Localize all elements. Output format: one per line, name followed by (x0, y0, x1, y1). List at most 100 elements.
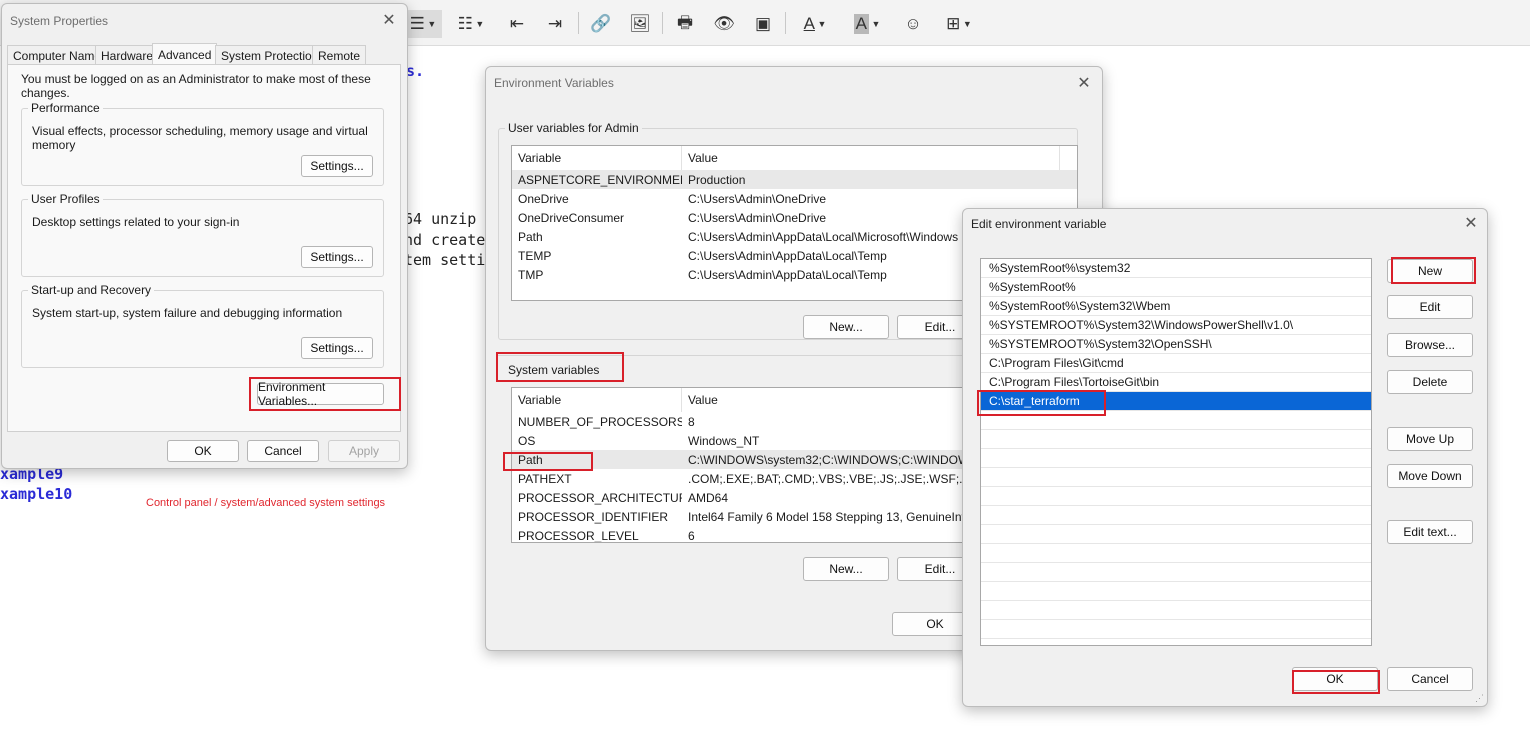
empty-list-row[interactable] (981, 525, 1371, 544)
empty-list-row[interactable] (981, 468, 1371, 487)
window-title: System Properties (10, 14, 109, 28)
variable-name-cell: Path (518, 229, 543, 244)
list-item[interactable]: %SystemRoot% (981, 278, 1371, 297)
move-down-button[interactable]: Move Down (1387, 464, 1473, 488)
table-row[interactable]: OneDrive C:\Users\Admin\OneDrive (512, 189, 1077, 208)
empty-list-row[interactable] (981, 620, 1371, 639)
edit-entry-button[interactable]: Edit (1387, 295, 1473, 319)
window-title: Environment Variables (494, 76, 614, 90)
column-variable[interactable]: Variable (512, 146, 682, 170)
bg-link-example10[interactable]: xample10 (0, 485, 72, 503)
empty-list-row[interactable] (981, 563, 1371, 582)
delete-button[interactable]: Delete (1387, 370, 1473, 394)
apply-button[interactable]: Apply (328, 440, 400, 462)
group-description: System start-up, system failure and debu… (32, 306, 343, 320)
column-variable[interactable]: Variable (512, 388, 682, 412)
system-new-button[interactable]: New... (803, 557, 889, 581)
variable-value-cell: C:\Users\Admin\OneDrive (688, 191, 827, 206)
list-header: Variable Value (512, 146, 1077, 170)
user-new-button[interactable]: New... (803, 315, 889, 339)
image-icon[interactable]: 🖼 (627, 10, 653, 38)
group-description: Desktop settings related to your sign-in (32, 215, 240, 229)
empty-list-row[interactable] (981, 430, 1371, 449)
font-color-icon[interactable]: A ▼ (794, 10, 836, 38)
group-description: Visual effects, processor scheduling, me… (32, 124, 368, 152)
variable-name-cell: PROCESSOR_IDENTIFIER (518, 509, 669, 524)
ok-button[interactable]: OK (1292, 667, 1378, 691)
system-properties-window: System Properties ✕ Computer Name Hardwa… (1, 3, 408, 469)
link-icon[interactable]: 🔗 (588, 10, 614, 38)
indent-icon[interactable]: ⇥ (541, 10, 569, 38)
startup-settings-button[interactable]: Settings... (301, 337, 373, 359)
cancel-button[interactable]: Cancel (247, 440, 319, 462)
emoji-icon[interactable]: ☺ (900, 10, 926, 38)
close-icon[interactable]: ✕ (1074, 73, 1094, 93)
performance-settings-button[interactable]: Settings... (301, 155, 373, 177)
empty-list-row[interactable] (981, 601, 1371, 620)
group-label: User Profiles (28, 192, 103, 206)
variable-value-cell: Production (688, 172, 746, 187)
close-icon[interactable]: ✕ (1461, 213, 1481, 233)
variable-name-cell: NUMBER_OF_PROCESSORS (518, 414, 682, 429)
group-startup-recovery: Start-up and Recovery System start-up, s… (21, 283, 384, 368)
annotation-caption: Control panel / system/advanced system s… (146, 497, 386, 509)
empty-list-row[interactable] (981, 411, 1371, 430)
ok-button[interactable]: OK (167, 440, 239, 462)
tab-remote[interactable]: Remote (312, 45, 367, 65)
group-performance: Performance Visual effects, processor sc… (21, 101, 384, 186)
system-variables-label: System variables (508, 363, 600, 377)
list-item[interactable]: %SystemRoot%\System32\Wbem (981, 297, 1371, 316)
column-value[interactable]: Value (682, 146, 1060, 170)
variable-name-cell: TEMP (518, 248, 552, 263)
path-entries-list[interactable]: %SystemRoot%\system32 %SystemRoot% %System… (980, 258, 1372, 646)
variable-name-cell: Path (518, 452, 543, 467)
edit-text-button[interactable]: Edit text... (1387, 520, 1473, 544)
list-item[interactable]: %SYSTEMROOT%\System32\OpenSSH\ (981, 335, 1371, 354)
group-user-profiles: User Profiles Desktop settings related t… (21, 192, 384, 277)
bg-text-line-2: nd create (404, 231, 486, 249)
empty-list-row[interactable] (981, 544, 1371, 563)
variable-name-cell: PROCESSOR_ARCHITECTURE (518, 490, 682, 505)
list-item[interactable]: %SYSTEMROOT%\System32\WindowsPowerShell\… (981, 316, 1371, 335)
variable-name-cell: PROCESSOR_LEVEL (518, 528, 639, 543)
list-item[interactable]: C:\Program Files\Git\cmd (981, 354, 1371, 373)
browse-button[interactable]: Browse... (1387, 333, 1473, 357)
tab-computer-name[interactable]: Computer Name (7, 45, 108, 65)
table-icon[interactable]: ⊞ ▼ (942, 10, 976, 38)
variable-name-cell: OneDriveConsumer (518, 210, 625, 225)
toolbar-separator (785, 12, 786, 34)
move-up-button[interactable]: Move Up (1387, 427, 1473, 451)
empty-list-row[interactable] (981, 449, 1371, 468)
print-icon[interactable]: 🖶 (672, 10, 698, 38)
list-item[interactable]: C:\Program Files\TortoiseGit\bin (981, 373, 1371, 392)
list-item[interactable]: %SystemRoot%\system32 (981, 259, 1371, 278)
highlight-icon[interactable]: A ▼ (846, 10, 888, 38)
user-profiles-settings-button[interactable]: Settings... (301, 246, 373, 268)
variable-name-cell: TMP (518, 267, 544, 282)
media-icon[interactable]: ▣ (750, 10, 776, 38)
environment-variables-button[interactable]: Environment Variables... (257, 380, 384, 408)
variable-name-cell: ASPNETCORE_ENVIRONMENT (518, 172, 682, 187)
variable-name-cell: OS (518, 433, 536, 448)
list-bullet-icon[interactable]: ☰ ▼ (404, 10, 442, 38)
preview-icon[interactable]: 👁 (711, 10, 737, 38)
toolbar-separator (662, 12, 663, 34)
list-numbered-icon[interactable]: ☷ ▼ (450, 10, 492, 38)
new-entry-button[interactable]: New (1387, 259, 1473, 283)
group-label: Start-up and Recovery (28, 283, 155, 297)
list-item[interactable]: C:\star_terraform (981, 392, 1371, 411)
empty-list-row[interactable] (981, 582, 1371, 601)
toolbar-separator (578, 12, 579, 34)
tab-advanced[interactable]: Advanced (152, 43, 218, 65)
tab-hardware[interactable]: Hardware (95, 45, 160, 65)
variable-name-cell: OneDrive (518, 191, 569, 206)
tab-system-protection[interactable]: System Protection (215, 45, 325, 65)
empty-list-row[interactable] (981, 487, 1371, 506)
outdent-icon[interactable]: ⇤ (503, 10, 531, 38)
empty-list-row[interactable] (981, 506, 1371, 525)
resize-grip-icon[interactable]: ⋰ (1475, 693, 1484, 704)
close-icon[interactable]: ✕ (379, 10, 399, 30)
table-row[interactable]: ASPNETCORE_ENVIRONMENT Production (512, 170, 1077, 189)
variable-name-cell: PATHEXT (518, 471, 572, 486)
cancel-button[interactable]: Cancel (1387, 667, 1473, 691)
